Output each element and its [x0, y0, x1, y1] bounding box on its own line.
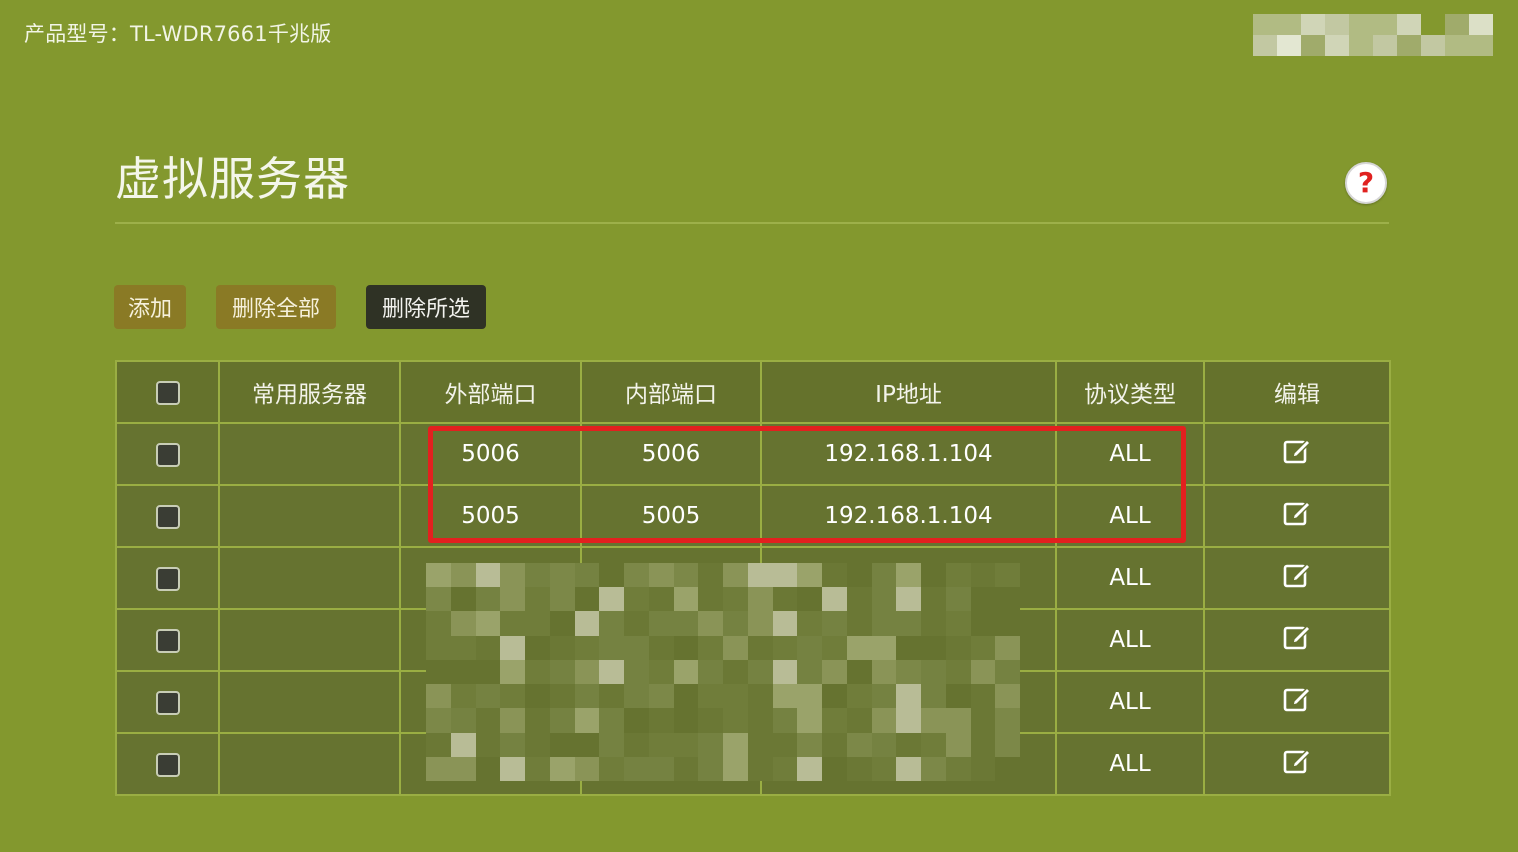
header-external-port: 外部端口 — [399, 360, 582, 424]
header-edit: 编辑 — [1203, 360, 1391, 424]
edit-icon[interactable] — [1282, 746, 1312, 782]
protocol-cell: ALL — [1055, 732, 1205, 796]
edit-icon[interactable] — [1282, 436, 1312, 472]
protocol-cell: ALL — [1055, 670, 1205, 734]
help-button[interactable]: ? — [1345, 162, 1387, 204]
row-checkbox[interactable] — [155, 566, 180, 591]
page-title: 虚拟服务器 — [115, 152, 350, 206]
protocol-cell: ALL — [1055, 422, 1205, 486]
select-all-checkbox[interactable] — [155, 380, 180, 405]
header-protocol: 协议类型 — [1055, 360, 1205, 424]
help-icon: ? — [1357, 166, 1375, 199]
internal-port-cell: 5005 — [580, 484, 762, 548]
ip-address-cell: 192.168.1.104 — [760, 484, 1057, 548]
row-select-cell — [115, 732, 220, 796]
protocol-cell: ALL — [1055, 484, 1205, 548]
row-select-cell — [115, 670, 220, 734]
header-internal-port: 内部端口 — [580, 360, 762, 424]
common-server-cell — [218, 670, 401, 734]
edit-cell — [1203, 422, 1391, 486]
edit-icon[interactable] — [1282, 498, 1312, 534]
protocol-cell: ALL — [1055, 608, 1205, 672]
title-divider — [115, 222, 1389, 224]
external-port-cell: 5006 — [399, 422, 582, 486]
row-checkbox[interactable] — [155, 628, 180, 653]
common-server-cell — [218, 732, 401, 796]
header-ip-address: IP地址 — [760, 360, 1057, 424]
table-row: 5006 5006 192.168.1.104 ALL — [115, 422, 1391, 486]
edit-icon[interactable] — [1282, 622, 1312, 658]
common-server-cell — [218, 422, 401, 486]
edit-cell — [1203, 670, 1391, 734]
edit-icon[interactable] — [1282, 560, 1312, 596]
product-model-label: 产品型号：TL-WDR7661千兆版 — [24, 22, 332, 46]
edit-icon[interactable] — [1282, 684, 1312, 720]
redacted-account-area — [1253, 14, 1493, 56]
common-server-cell — [218, 608, 401, 672]
row-select-cell — [115, 484, 220, 548]
redacted-entries-mosaic — [426, 563, 1020, 781]
ip-address-cell: 192.168.1.104 — [760, 422, 1057, 486]
edit-cell — [1203, 546, 1391, 610]
delete-all-button[interactable]: 删除全部 — [216, 285, 336, 329]
header-select-all — [115, 360, 220, 424]
delete-selected-button[interactable]: 删除所选 — [366, 285, 486, 329]
table-row: 5005 5005 192.168.1.104 ALL — [115, 484, 1391, 548]
table-header-row: 常用服务器 外部端口 内部端口 IP地址 协议类型 编辑 — [115, 360, 1391, 424]
protocol-cell: ALL — [1055, 546, 1205, 610]
edit-cell — [1203, 732, 1391, 796]
internal-port-cell: 5006 — [580, 422, 762, 486]
row-select-cell — [115, 546, 220, 610]
edit-cell — [1203, 608, 1391, 672]
row-select-cell — [115, 608, 220, 672]
row-checkbox[interactable] — [155, 504, 180, 529]
common-server-cell — [218, 484, 401, 548]
add-button[interactable]: 添加 — [114, 285, 186, 329]
row-checkbox[interactable] — [155, 442, 180, 467]
router-admin-page: 产品型号：TL-WDR7661千兆版 虚拟服务器 ? 添加 删除全部 删除所选 … — [0, 0, 1518, 852]
row-checkbox[interactable] — [155, 752, 180, 777]
row-checkbox[interactable] — [155, 690, 180, 715]
row-select-cell — [115, 422, 220, 486]
edit-cell — [1203, 484, 1391, 548]
common-server-cell — [218, 546, 401, 610]
external-port-cell: 5005 — [399, 484, 582, 548]
header-common-server: 常用服务器 — [218, 360, 401, 424]
